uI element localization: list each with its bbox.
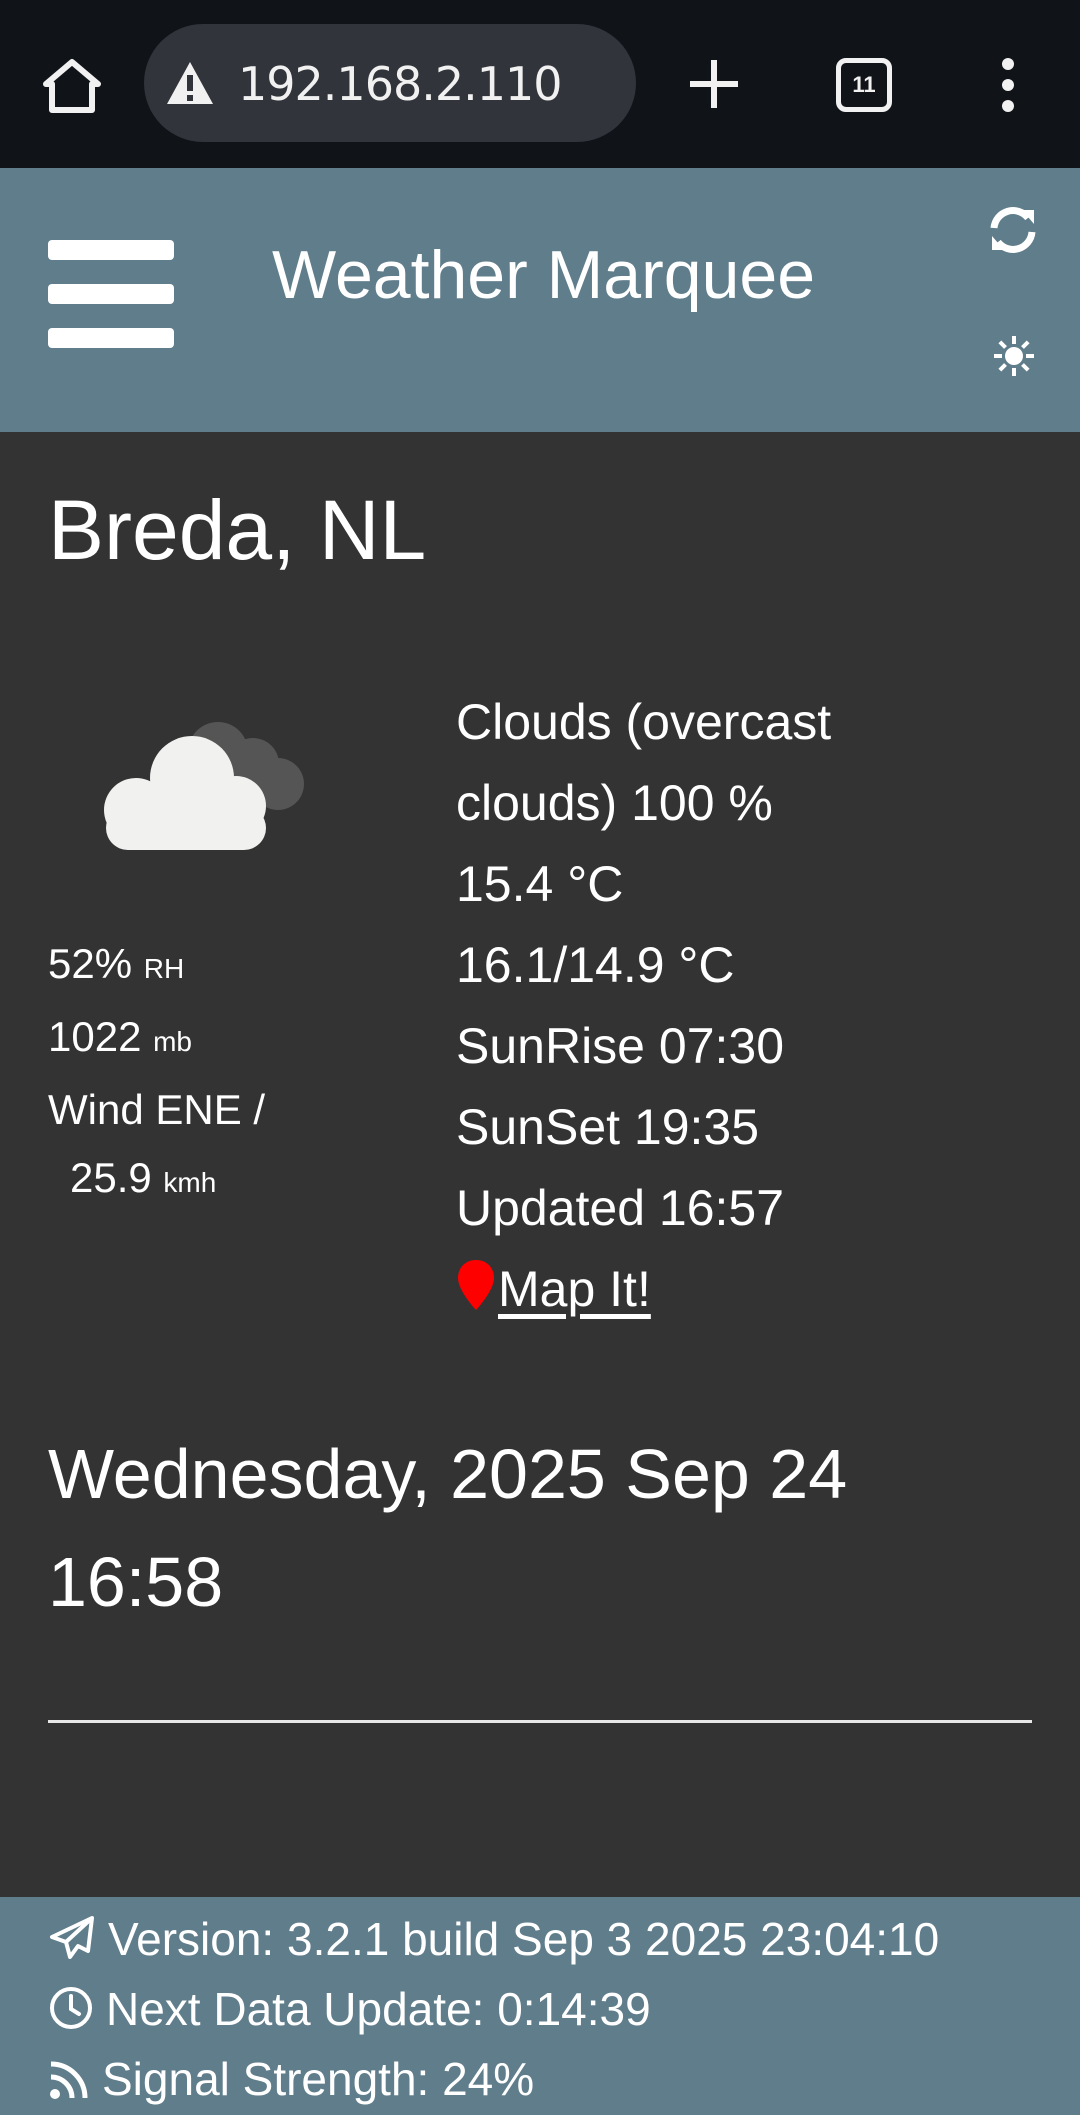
brightness-icon[interactable] <box>994 336 1034 376</box>
next-update-info: Next Data Update: 0:14:39 <box>48 1981 651 2037</box>
weather-details: Clouds (overcast clouds) 100 % 15.4 °C 1… <box>456 682 831 1330</box>
url-text[interactable]: 192.168.2.110 <box>238 56 563 112</box>
sunset-time: SunSet 19:35 <box>456 1099 760 1155</box>
current-date: Wednesday, 2025 Sep 24 <box>48 1435 848 1513</box>
app-title: Weather Marquee <box>272 237 816 313</box>
more-icon[interactable] <box>990 56 1026 114</box>
weather-stats: 52% RH 1022 mb Wind ENE / 25.9 kmh <box>48 930 265 1217</box>
signal-info: Signal Strength: 24% <box>48 2051 534 2107</box>
warning-icon[interactable] <box>165 60 215 106</box>
browser-toolbar: 192.168.2.110 11 <box>0 0 1080 168</box>
home-icon[interactable] <box>40 56 104 116</box>
current-datetime: Wednesday, 2025 Sep 24 16:58 <box>48 1420 847 1636</box>
high-low-temperature: 16.1/14.9 °C <box>456 937 735 993</box>
updated-time: Updated 16:57 <box>456 1180 785 1236</box>
refresh-icon[interactable] <box>986 206 1040 254</box>
map-pin-icon[interactable] <box>456 1258 496 1312</box>
city-name: Breda, NL <box>48 483 427 577</box>
divider <box>48 1720 1032 1723</box>
wind-speed: 25.9 kmh <box>70 1154 217 1201</box>
sunrise-time: SunRise 07:30 <box>456 1018 785 1074</box>
rss-icon <box>50 2061 88 2099</box>
humidity: 52% RH <box>48 940 185 987</box>
plus-icon[interactable] <box>688 58 740 110</box>
pressure: 1022 mb <box>48 1013 193 1060</box>
condition-line-2: clouds) 100 % <box>456 775 773 831</box>
version-info: Version: 3.2.1 build Sep 3 2025 23:04:10 <box>48 1911 939 1967</box>
current-temperature: 15.4 °C <box>456 856 624 912</box>
tabs-icon[interactable]: 11 <box>836 58 892 112</box>
clock-icon <box>50 1987 92 2029</box>
map-it-link[interactable]: Map It! <box>498 1249 651 1330</box>
condition-line-1: Clouds (overcast <box>456 694 832 750</box>
footer: Version: 3.2.1 build Sep 3 2025 23:04:10… <box>0 1897 1080 2115</box>
map-link-row[interactable]: Map It! <box>456 1249 831 1330</box>
paper-plane-icon <box>50 1916 94 1959</box>
current-time: 16:58 <box>48 1543 224 1621</box>
cloud-icon <box>104 722 304 850</box>
menu-icon[interactable] <box>48 240 174 350</box>
wind-label: Wind ENE / <box>48 1086 266 1133</box>
